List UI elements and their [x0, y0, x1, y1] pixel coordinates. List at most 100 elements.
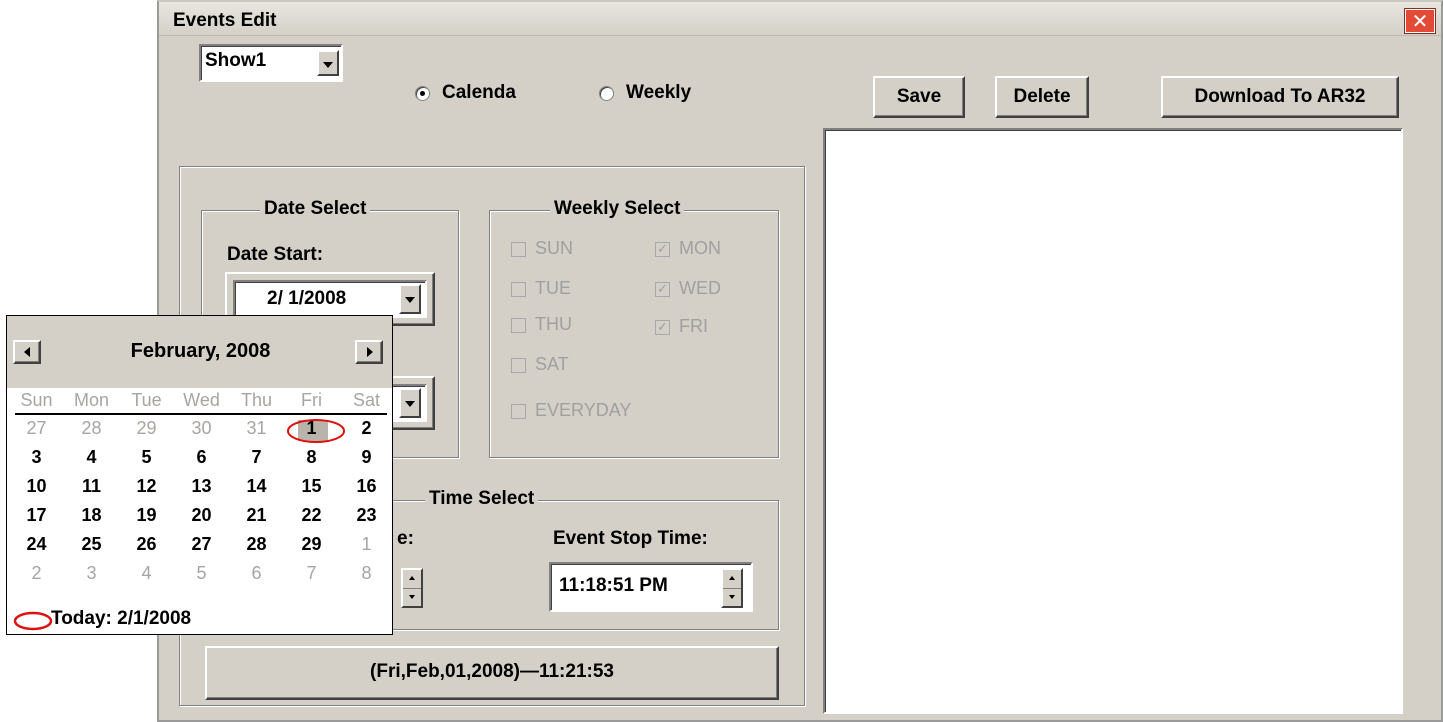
calendar-day[interactable]: 20 — [174, 505, 229, 526]
calendar-day[interactable]: 14 — [229, 476, 284, 497]
calendar-day[interactable]: 3 — [64, 563, 119, 584]
calendar-day[interactable]: 6 — [174, 447, 229, 468]
date-start-label: Date Start: — [227, 244, 324, 265]
calendar-day[interactable]: 15 — [284, 476, 339, 497]
calendar-day[interactable]: 5 — [119, 447, 174, 468]
event-start-time-label: e: — [397, 528, 414, 549]
next-month-button[interactable] — [355, 340, 383, 364]
calendar-day[interactable]: 30 — [174, 418, 229, 439]
calendar-month-label[interactable]: February, 2008 — [7, 340, 394, 363]
calendar-day[interactable]: 5 — [174, 563, 229, 584]
events-list[interactable] — [823, 128, 1403, 714]
show-select-value: Show1 — [205, 50, 267, 71]
spin-up-icon — [729, 576, 735, 580]
calendar-day[interactable]: 1 — [339, 534, 394, 555]
weekday-label-mon: MON — [679, 238, 721, 258]
calendar-day[interactable]: 22 — [284, 505, 339, 526]
calendar-day[interactable]: 4 — [64, 447, 119, 468]
event-stop-time-label: Event Stop Time: — [553, 528, 708, 549]
calendar-day[interactable]: 17 — [9, 505, 64, 526]
weekday-label-sun: SUN — [535, 238, 574, 258]
calendar-day[interactable]: 27 — [174, 534, 229, 555]
calendar-day[interactable]: 26 — [119, 534, 174, 555]
mode-weekly-label: Weekly — [626, 82, 692, 103]
arrow-right-icon — [367, 347, 373, 357]
calendar-day[interactable]: 6 — [229, 563, 284, 584]
calendar-day[interactable]: 7 — [229, 447, 284, 468]
today-link[interactable]: Today: 2/1/2008 — [13, 608, 383, 632]
event-stop-time-value: 11:18:51 PM — [559, 575, 668, 596]
checkmark-icon: ✓ — [657, 320, 668, 335]
event-stop-time-field[interactable]: 11:18:51 PM — [549, 562, 753, 612]
calendar-popup[interactable]: February, 2008 Sun Mon Tue Wed Thu Fri S… — [6, 315, 393, 635]
calendar-day[interactable]: 25 — [64, 534, 119, 555]
weekday-header: Mon — [73, 390, 109, 410]
checkmark-icon: ✓ — [657, 282, 668, 297]
delete-button[interactable]: Delete — [995, 76, 1089, 118]
calendar-day[interactable]: 29 — [119, 418, 174, 439]
checkmark-icon: ✓ — [657, 242, 668, 257]
spin-down-icon — [729, 595, 735, 599]
status-text: (Fri,Feb,01,2008)—11:21:53 — [370, 661, 614, 682]
weekday-header: Sun — [20, 390, 53, 410]
today-label: Today: 2/1/2008 — [51, 608, 192, 629]
radio-selected-dot — [420, 91, 425, 96]
weekday-header: Thu — [240, 390, 273, 410]
calendar-day[interactable]: 28 — [229, 534, 284, 555]
show-select-dropdown-button[interactable] — [317, 50, 339, 76]
calendar-day[interactable]: 10 — [9, 476, 64, 497]
weekday-label-fri: FRI — [679, 316, 708, 336]
spin-up-icon — [409, 576, 415, 580]
chevron-down-icon — [405, 401, 415, 407]
weekday-header: Fri — [301, 390, 322, 410]
date-select-title: Date Select — [260, 198, 371, 220]
calendar-weekday-row: Sun Mon Tue Wed Thu Fri Sat — [9, 390, 394, 414]
calendar-day[interactable]: 16 — [339, 476, 394, 497]
calendar-day[interactable]: 27 — [9, 418, 64, 439]
calendar-day-selected[interactable]: 1 — [284, 418, 339, 439]
date-start-dropdown-button[interactable] — [399, 284, 421, 314]
calendar-day[interactable]: 28 — [64, 418, 119, 439]
calendar-day[interactable]: 8 — [339, 563, 394, 584]
calendar-day[interactable]: 2 — [339, 418, 394, 439]
close-button[interactable]: ✕ — [1404, 8, 1436, 34]
save-button[interactable]: Save — [873, 76, 965, 118]
calendar-header-divider — [15, 413, 387, 415]
calendar-day[interactable]: 31 — [229, 418, 284, 439]
calendar-day[interactable]: 8 — [284, 447, 339, 468]
title-bar[interactable]: Events Edit ✕ — [159, 2, 1441, 36]
calendar-day[interactable]: 12 — [119, 476, 174, 497]
event-start-time-spinner[interactable] — [401, 568, 425, 608]
weekday-label-sat: SAT — [535, 354, 569, 374]
weekly-select-group — [489, 210, 779, 458]
calendar-day[interactable]: 13 — [174, 476, 229, 497]
weekday-header: Sat — [352, 390, 381, 410]
calendar-day[interactable]: 19 — [119, 505, 174, 526]
calendar-day[interactable]: 29 — [284, 534, 339, 555]
spin-down-icon — [409, 595, 415, 599]
today-circle-icon — [13, 611, 53, 631]
chevron-down-icon — [405, 297, 415, 303]
calendar-header: February, 2008 — [7, 316, 392, 388]
calendar-day[interactable]: 23 — [339, 505, 394, 526]
mode-calendar-label: Calenda — [442, 82, 516, 103]
calendar-day[interactable]: 21 — [229, 505, 284, 526]
calendar-day[interactable]: 2 — [9, 563, 64, 584]
weekday-header: Tue — [131, 390, 162, 410]
chevron-down-icon — [323, 62, 333, 68]
download-to-ar32-button[interactable]: Download To AR32 — [1161, 76, 1399, 118]
calendar-day-grid: 27 28 29 30 31 1 2 3 4 5 6 7 8 9 10 11 1… — [9, 418, 394, 598]
show-select[interactable]: Show1 — [199, 44, 343, 82]
calendar-day[interactable]: 3 — [9, 447, 64, 468]
calendar-day[interactable]: 11 — [64, 476, 119, 497]
calendar-day[interactable]: 4 — [119, 563, 174, 584]
weekday-label-wed: WED — [679, 278, 721, 298]
event-stop-time-spinner[interactable] — [721, 568, 743, 608]
calendar-day[interactable]: 24 — [9, 534, 64, 555]
date-end-dropdown-button[interactable] — [399, 388, 421, 418]
window-title: Events Edit — [173, 10, 277, 31]
calendar-day[interactable]: 7 — [284, 563, 339, 584]
calendar-day[interactable]: 9 — [339, 447, 394, 468]
close-icon: ✕ — [1411, 9, 1429, 33]
calendar-day[interactable]: 18 — [64, 505, 119, 526]
